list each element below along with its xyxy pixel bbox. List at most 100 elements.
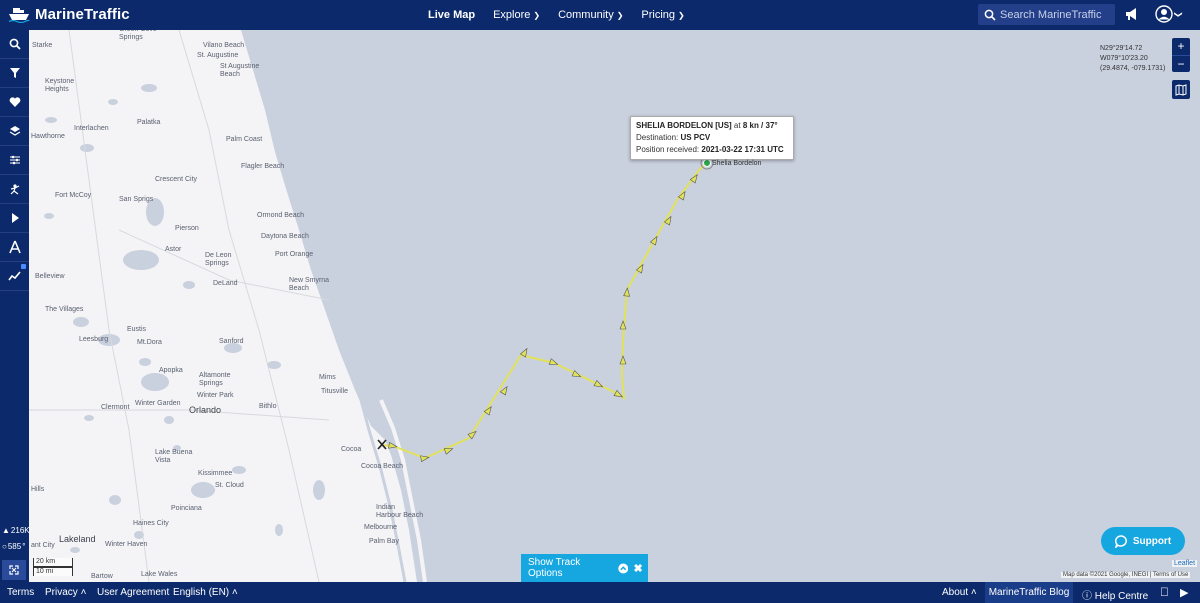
close-track-button[interactable]: ✖ xyxy=(628,562,648,575)
zoom-in-button[interactable]: + xyxy=(1172,38,1190,55)
search-box[interactable] xyxy=(978,4,1115,25)
chevron-down-icon: ❯ xyxy=(678,10,685,20)
search-icon xyxy=(984,9,996,21)
place-label: Belleview xyxy=(35,273,65,280)
place-label: The Villages xyxy=(45,306,84,313)
chevron-up-icon: ˄ xyxy=(231,587,238,598)
sidebar-filter-button[interactable] xyxy=(0,59,29,88)
place-label: St. Augustine xyxy=(197,52,239,59)
place-label: Cocoa xyxy=(341,446,362,453)
nav-explore[interactable]: Explore ❯ xyxy=(493,9,540,21)
map-type-button[interactable] xyxy=(1172,80,1190,99)
footer-language-select[interactable]: English (EN) ˄ xyxy=(173,587,238,598)
place-label: St. Cloud xyxy=(215,482,244,489)
place-label: DeLand xyxy=(213,280,238,287)
map-icon xyxy=(1175,83,1187,96)
nav-label: Community xyxy=(558,9,614,21)
sidebar-playback-button[interactable] xyxy=(0,204,29,233)
sidebar-weather-button[interactable] xyxy=(0,175,29,204)
search-input[interactable] xyxy=(1000,8,1115,21)
popup-title-row: SHELIA BORDELON [US] at 8 kn / 37° xyxy=(636,120,788,132)
google-play-icon[interactable]: ▶ xyxy=(1180,586,1188,599)
place-label: St Augustine Beach xyxy=(220,63,260,78)
position-received: 2021-03-22 17:31 UTC xyxy=(701,145,784,154)
longitude-readout: W079°10'23.20 xyxy=(1100,55,1148,62)
place-label: Hills xyxy=(31,486,45,493)
place-label: Palm Coast xyxy=(226,136,263,143)
sidebar-search-button[interactable] xyxy=(0,30,29,59)
scale-km: 20 km xyxy=(33,558,73,567)
place-label: Winter Haven xyxy=(105,541,148,548)
footer-privacy-link[interactable]: Privacy ˄ xyxy=(45,587,86,598)
filter-icon xyxy=(9,68,20,78)
place-label: Winter Park xyxy=(197,392,234,399)
megaphone-icon[interactable] xyxy=(1124,6,1140,22)
fullscreen-button[interactable] xyxy=(2,560,26,580)
place-label: Haines City xyxy=(133,520,169,527)
latitude-readout: N29°29'14.72 xyxy=(1100,45,1143,52)
place-label: Mims xyxy=(319,374,336,381)
footer-help-link[interactable]: ⓘ Help Centre xyxy=(1082,587,1148,602)
place-label: Bartow xyxy=(91,573,113,580)
footer-terms-link[interactable]: Terms xyxy=(7,587,34,598)
terms-of-use-link[interactable]: Terms of Use xyxy=(1153,572,1188,578)
vessel-destination: US PCV xyxy=(680,133,711,142)
zoom-out-button[interactable]: − xyxy=(1172,55,1190,73)
destination-label: Destination: xyxy=(636,133,681,142)
place-label: Kissimmee xyxy=(198,470,233,477)
heart-icon xyxy=(9,97,20,107)
sidebar-layers-button[interactable] xyxy=(0,117,29,146)
map-base-layer xyxy=(29,30,714,582)
sidebar-favorites-button[interactable] xyxy=(0,88,29,117)
sidebar-density-button[interactable] xyxy=(0,146,29,175)
privacy-label: Privacy xyxy=(45,587,78,598)
leaflet-link[interactable]: Leaflet xyxy=(1172,560,1198,567)
account-menu[interactable]: ❯ xyxy=(1155,5,1183,23)
brand-logo[interactable]: MarineTraffic xyxy=(8,6,130,23)
place-label: Astor xyxy=(165,246,182,253)
vessel-track-line xyxy=(380,162,708,460)
sidebar-analytics-button[interactable] xyxy=(0,262,29,291)
footer-blog-link[interactable]: MarineTraffic Blog xyxy=(985,582,1073,603)
nav-label: Live Map xyxy=(428,9,476,21)
place-label: Keystone Heights xyxy=(45,78,75,93)
help-icon: ⓘ xyxy=(1082,591,1092,602)
support-label: Support xyxy=(1132,535,1172,547)
chevron-down-icon: ❯ xyxy=(1173,10,1183,18)
chevron-down-icon: ❯ xyxy=(533,10,541,20)
left-toolbar: ▲ 216K ○ 585 ° xyxy=(0,30,30,582)
support-button[interactable]: Support xyxy=(1101,527,1185,555)
nav-pricing[interactable]: Pricing ❯ xyxy=(641,9,684,21)
track-arrow xyxy=(593,379,604,388)
vessel-map-label[interactable]: Shelia Bordelon xyxy=(712,160,761,167)
show-track-options-button[interactable]: Show Track Options xyxy=(521,557,629,579)
footer-user-agreement-link[interactable]: User Agreement xyxy=(97,587,169,598)
footer-about-link[interactable]: About ˄ xyxy=(942,587,977,598)
live-map[interactable]: Starke Green Cove Springs Vilano Beach St. … xyxy=(29,30,1200,582)
nav-live-map[interactable]: Live Map xyxy=(428,9,475,21)
place-label: Green Cove Springs xyxy=(119,30,157,41)
vessel-speed-course: 8 kn / 37° xyxy=(742,121,778,130)
vessel-popup[interactable]: SHELIA BORDELON [US] at 8 kn / 37° Desti… xyxy=(630,116,794,160)
nav-community[interactable]: Community ❯ xyxy=(558,9,623,21)
track-options-label: Show Track Options xyxy=(528,557,581,579)
place-label: San Sprigs xyxy=(119,196,154,203)
language-label: English (EN) xyxy=(173,587,230,598)
top-nav-bar: MarineTraffic Live Map Explore ❯ Communit… xyxy=(0,0,1200,30)
chevron-up-icon: ˄ xyxy=(80,587,87,598)
place-label: Palatka xyxy=(137,119,161,126)
cursor-coordinates: N29°29'14.72 W079°10'23.20 (29.4874, -07… xyxy=(1100,44,1165,74)
place-label: ant City xyxy=(31,542,55,549)
place-label: Melbourne xyxy=(364,524,398,531)
layers-icon xyxy=(9,126,20,136)
map-attribution: Map data ©2021 Google, INEGI | Terms of … xyxy=(1061,572,1191,578)
place-label: Orlando xyxy=(189,405,222,415)
sidebar-measure-button[interactable] xyxy=(0,233,29,262)
search-icon xyxy=(9,38,21,50)
place-label: Port Orange xyxy=(275,251,314,258)
chevron-up-icon xyxy=(618,563,629,573)
place-label: Mt.Dora xyxy=(137,339,162,346)
place-label: Vilano Beach xyxy=(203,42,245,49)
apple-app-icon[interactable]:  xyxy=(1160,585,1169,599)
place-label: Indian Harbour Beach xyxy=(376,504,424,519)
